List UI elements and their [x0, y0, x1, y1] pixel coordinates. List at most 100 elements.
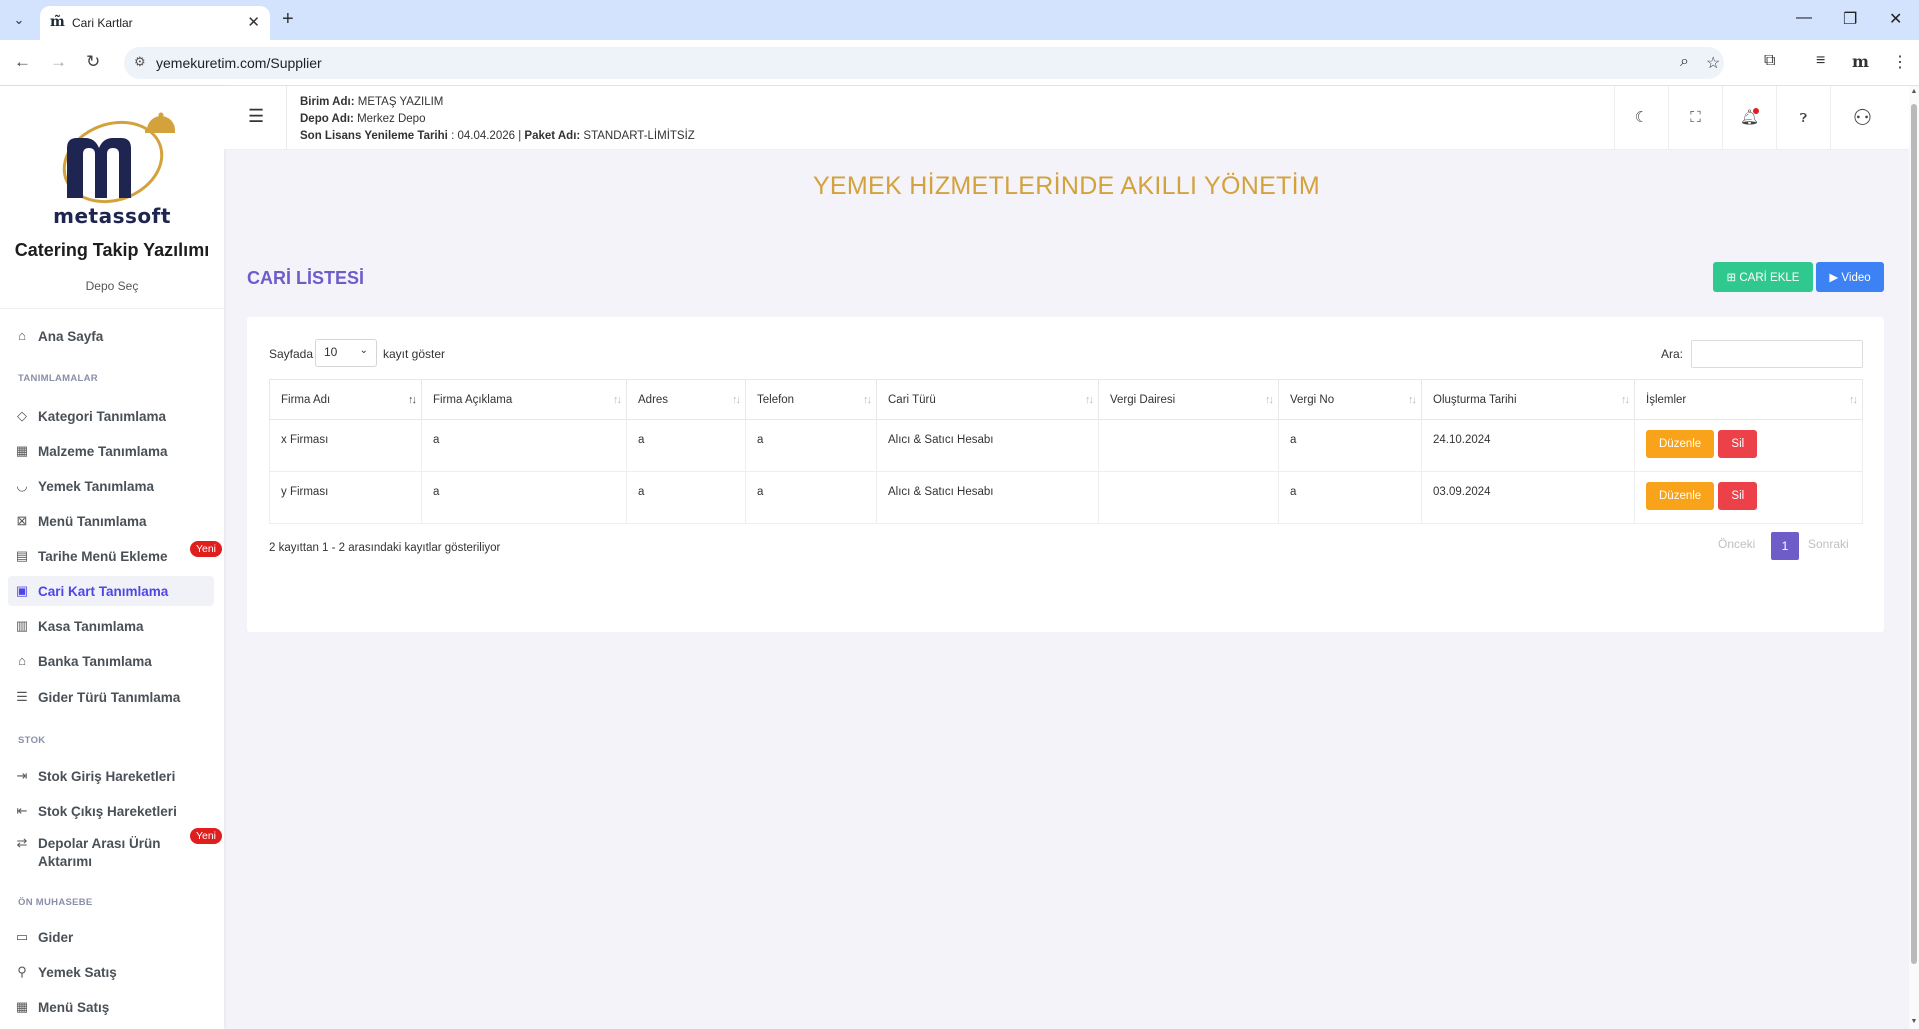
app-name: Catering Takip Yazılımı [14, 240, 210, 260]
column-label: Adres [638, 393, 669, 406]
column-actions[interactable]: İşlemler ↑↓ [1634, 379, 1863, 420]
cell-phone: a [745, 419, 877, 472]
pagination-page-1[interactable]: 1 [1771, 532, 1799, 560]
column-firm-name[interactable]: Firma Adı ↑↓ [269, 379, 422, 420]
delete-button[interactable]: Sil [1718, 430, 1758, 458]
tag-icon: ◇ [17, 408, 27, 423]
sidebar-item-menu[interactable]: ⊠ Menü Tanımlama [8, 506, 214, 536]
minimize-icon[interactable]: — [1796, 9, 1812, 27]
add-supplier-button[interactable]: ⊞ CARİ EKLE [1713, 262, 1813, 292]
extensions-icon[interactable]: ⧉ [1764, 52, 1775, 70]
cell-phone: a [745, 471, 877, 524]
column-address[interactable]: Adres ↑↓ [626, 379, 746, 420]
delete-button[interactable]: Sil [1718, 482, 1758, 510]
reload-icon[interactable]: ↻ [86, 52, 100, 72]
column-tax-office[interactable]: Vergi Dairesi ↑↓ [1098, 379, 1279, 420]
sidebar-item-supplier-card[interactable]: ▣ Cari Kart Tanımlama [8, 576, 214, 606]
fullscreen-button[interactable]: ⛶ [1668, 86, 1722, 150]
sort-icon: ↑↓ [1849, 394, 1858, 406]
column-created-date[interactable]: Oluşturma Tarihi ↑↓ [1421, 379, 1635, 420]
sidebar-item-home[interactable]: ⌂ Ana Sayfa [8, 321, 214, 351]
search-input[interactable] [1691, 340, 1863, 368]
pagination-next[interactable]: Sonraki [1808, 537, 1849, 551]
sort-asc-icon: ↑↓ [408, 394, 417, 406]
hamburger-icon[interactable]: ☰ [248, 106, 264, 127]
sort-icon: ↑↓ [732, 394, 741, 406]
sidebar-item-category[interactable]: ◇ Kategori Tanımlama [8, 401, 214, 431]
sidebar-item-label: Cari Kart Tanımlama [38, 584, 169, 599]
close-window-icon[interactable]: ✕ [1889, 9, 1902, 29]
column-phone[interactable]: Telefon ↑↓ [745, 379, 877, 420]
depot-label: Depo Adı: [300, 113, 354, 125]
add-supplier-label: CARİ EKLE [1739, 272, 1800, 284]
plus-icon[interactable]: + [282, 8, 294, 31]
forward-icon[interactable]: → [50, 52, 67, 72]
close-icon[interactable]: ✕ [247, 13, 260, 31]
length-suffix: kayıt göster [383, 347, 446, 361]
box-icon: ▦ [15, 443, 29, 458]
column-firm-description[interactable]: Firma Açıklama ↑↓ [421, 379, 627, 420]
site-settings-icon[interactable]: ⚙ [134, 54, 146, 70]
star-icon[interactable]: ☆ [1706, 53, 1720, 73]
edit-button[interactable]: Düzenle [1646, 482, 1715, 510]
column-tax-number[interactable]: Vergi No ↑↓ [1278, 379, 1422, 420]
sidebar-item-label: Banka Tanımlama [38, 654, 152, 669]
menu-icon[interactable]: ⋮ [1892, 52, 1908, 72]
scroll-down-icon[interactable]: ▼ [1909, 1018, 1919, 1025]
menu-sale-icon: ▦ [15, 999, 29, 1014]
video-button[interactable]: ▶ Video [1816, 262, 1884, 292]
page-length-select[interactable]: 10 ⌄ [315, 339, 377, 367]
depot-select[interactable]: Depo Seç [0, 279, 224, 293]
browser-tab[interactable]: m̃ Cari Kartlar ✕ [40, 6, 270, 40]
sidebar-item-stock-out[interactable]: ⇤ Stok Çıkış Hareketleri [8, 796, 214, 826]
back-icon[interactable]: ← [14, 52, 31, 72]
pagination-previous[interactable]: Önceki [1718, 537, 1755, 551]
profile-icon[interactable]: m [1852, 52, 1869, 71]
sidebar-item-material[interactable]: ▦ Malzeme Tanımlama [8, 436, 214, 466]
scroll-up-icon[interactable]: ▲ [1909, 88, 1919, 95]
sidebar-item-menu-sale[interactable]: ▦ Menü Satış [8, 992, 214, 1022]
sidebar-item-date-menu[interactable]: ▤ Tarihe Menü Ekleme Yeni [8, 541, 224, 571]
dark-mode-button[interactable]: ☾ [1614, 86, 1668, 150]
sidebar-item-label: Stok Giriş Hareketleri [38, 769, 176, 784]
sidebar-item-transfer[interactable]: ⇄ Depolar Arası Ürün Aktarımı Yeni [8, 828, 224, 869]
sidebar-item-bank[interactable]: ⌂ Banka Tanımlama [8, 646, 214, 676]
zoom-icon[interactable]: ⌕ [1680, 53, 1689, 71]
license-value: : 04.04.2026 | [451, 130, 522, 142]
table-row: y Firması a a a Alıcı & Satıcı Hesabı a … [269, 471, 1863, 524]
length-prefix: Sayfada [269, 347, 314, 361]
sidebar-item-food[interactable]: ◡ Yemek Tanımlama [8, 471, 214, 501]
sidebar-item-label: Kasa Tanımlama [38, 619, 144, 634]
notifications-button[interactable]: 🔔︎ [1722, 86, 1776, 150]
column-account-type[interactable]: Cari Türü ↑↓ [876, 379, 1099, 420]
user-menu-button[interactable]: ⚇ [1830, 86, 1894, 150]
playlist-icon[interactable]: ≡ [1816, 52, 1825, 70]
sidebar-item-food-sale[interactable]: ⚲ Yemek Satış [8, 957, 214, 987]
help-button[interactable]: ❓︎ [1776, 86, 1830, 150]
user-icon: ⚇ [1852, 105, 1873, 130]
page-scrollbar-thumb[interactable] [1911, 104, 1917, 964]
column-label: Firma Adı [281, 393, 331, 406]
sidebar-item-cash[interactable]: ▥ Kasa Tanımlama [8, 611, 214, 641]
edit-button[interactable]: Düzenle [1646, 430, 1715, 458]
supplier-list-card: Sayfada 10 ⌄ kayıt göster Ara: Firma Adı… [247, 317, 1884, 632]
column-label: Vergi No [1290, 393, 1335, 406]
sidebar-item-stock-in[interactable]: ⇥ Stok Giriş Hareketleri [8, 761, 214, 791]
url-text[interactable]: yemekuretim.com/Supplier [156, 55, 322, 71]
restore-icon[interactable]: ❐ [1843, 9, 1857, 29]
sidebar-item-label: Tarihe Menü Ekleme [38, 549, 168, 564]
cell-firm-name: y Firması [269, 471, 422, 524]
tab-list-icon[interactable]: ⌄ [8, 9, 30, 31]
depot-info: Depo Adı: Merkez Depo [300, 113, 425, 125]
contact-card-icon: ▣ [15, 583, 29, 598]
stock-out-icon: ⇤ [16, 803, 28, 818]
sidebar-item-expense-type[interactable]: ☰ Gider Türü Tanımlama [8, 682, 214, 712]
help-icon: ❓︎ [1799, 111, 1808, 125]
cell-created-date: 03.09.2024 [1421, 471, 1635, 524]
license-label: Son Lisans Yenileme Tarihi [300, 130, 448, 142]
table-header-row: Firma Adı ↑↓ Firma Açıklama ↑↓ Adres ↑↓ Tel… [269, 379, 1863, 420]
sidebar-item-expense[interactable]: ▭ Gider [8, 922, 214, 952]
cell-firm-description: a [421, 419, 627, 472]
address-bar[interactable]: ⚙ yemekuretim.com/Supplier ⌕ ☆ [124, 47, 1724, 79]
cell-firm-name: x Firması [269, 419, 422, 472]
